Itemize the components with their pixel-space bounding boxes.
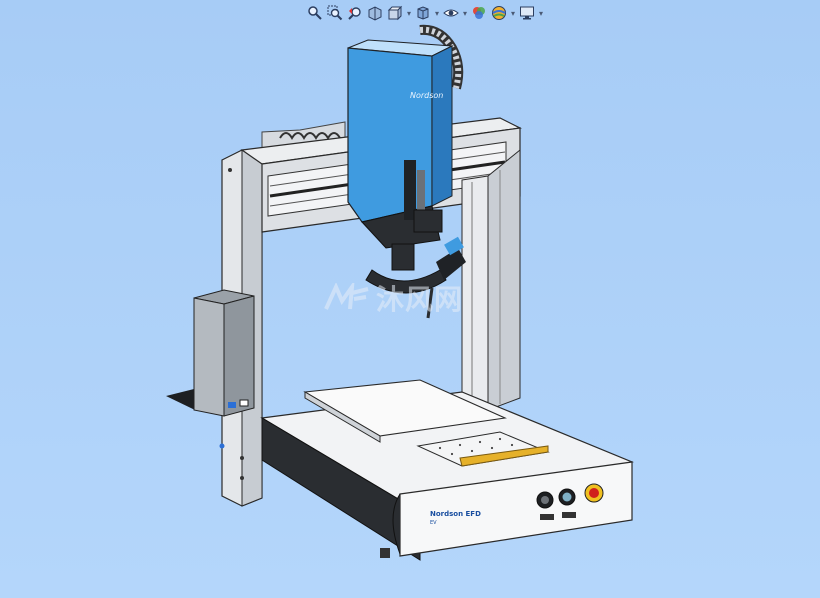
dispensing-head: Nordson — [347, 39, 466, 319]
base-logo: Nordson EFD — [430, 510, 481, 518]
base-model: EV — [430, 520, 437, 526]
right-column — [461, 148, 521, 417]
watermark: 沐风网 — [322, 278, 463, 318]
watermark-text: 沐风网 — [376, 283, 464, 316]
head-logo: Nordson — [410, 91, 443, 100]
watermark-logo-icon — [324, 283, 369, 310]
controller-box — [166, 289, 255, 417]
